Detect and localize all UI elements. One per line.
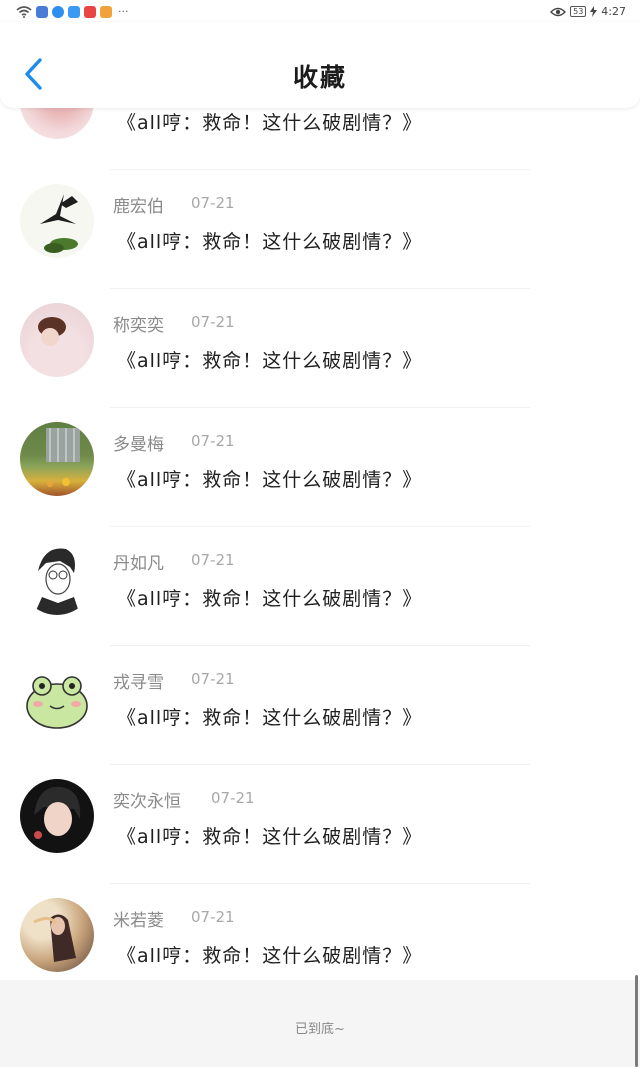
item-date: 07-21 <box>191 313 235 331</box>
item-article-title: 《all哼：救命！这什么破剧情？》 <box>117 945 423 967</box>
item-article-title: 《all哼：救命！这什么破剧情？》 <box>117 350 423 372</box>
item-author: 丹如凡 <box>113 554 164 574</box>
top-navigation-bar: 收藏 <box>0 22 640 108</box>
item-date: 07-21 <box>191 432 235 450</box>
item-article-title: 《all哼：救命！这什么破剧情？》 <box>117 469 423 491</box>
item-date: 07-21 <box>191 551 235 569</box>
list-item[interactable]: 多曼梅 07-21 《all哼：救命！这什么破剧情？》 <box>0 408 640 527</box>
item-author: 戎寻雪 <box>113 673 164 693</box>
item-date: 07-21 <box>191 908 235 926</box>
avatar <box>20 541 94 615</box>
list-item[interactable]: 称奕奕 07-21 《all哼：救命！这什么破剧情？》 <box>0 289 640 408</box>
list-end-footer: 已到底~ <box>0 980 640 1067</box>
item-date: 07-21 <box>211 789 255 807</box>
avatar <box>20 779 94 853</box>
red-app-icon <box>84 5 96 18</box>
item-author: 米若菱 <box>113 911 164 931</box>
item-date: 07-21 <box>191 194 235 212</box>
list-item[interactable]: 鹿宏伯 07-21 《all哼：救命！这什么破剧情？》 <box>0 170 640 289</box>
item-article-title: 《all哼：救命！这什么破剧情？》 <box>117 707 423 729</box>
more-icon: ··· <box>118 5 129 18</box>
item-author: 称奕奕 <box>113 316 164 336</box>
scrollbar[interactable] <box>635 975 638 1067</box>
gamepad-app-icon <box>36 5 48 18</box>
item-article-title: 《all哼：救命！这什么破剧情？》 <box>117 826 423 848</box>
status-bar-left: ··· <box>16 5 129 18</box>
eye-icon <box>550 7 567 16</box>
item-author: 鹿宏伯 <box>113 197 164 217</box>
item-author: 多曼梅 <box>113 435 164 455</box>
item-article-title: 《all哼：救命！这什么破剧情？》 <box>117 231 423 253</box>
item-article-title: 《all哼：救命！这什么破剧情？》 <box>117 588 423 610</box>
avatar <box>20 898 94 972</box>
avatar <box>20 303 94 377</box>
avatar <box>20 184 94 258</box>
list-item[interactable]: 戎寻雪 07-21 《all哼：救命！这什么破剧情？》 <box>0 646 640 765</box>
list-item[interactable]: 奕次永恒 07-21 《all哼：救命！这什么破剧情？》 <box>0 765 640 884</box>
item-date: 07-21 <box>191 670 235 688</box>
status-bar-right: 53 4:27 <box>550 5 626 18</box>
cloud-app-icon <box>68 5 80 18</box>
item-author: 奕次永恒 <box>113 792 181 812</box>
page-title: 收藏 <box>292 63 347 92</box>
status-time: 4:27 <box>601 5 626 18</box>
list-item[interactable]: 丹如凡 07-21 《all哼：救命！这什么破剧情？》 <box>0 527 640 646</box>
battery-icon: 53 <box>570 6 587 17</box>
music-app-icon <box>52 5 64 18</box>
avatar <box>20 660 94 734</box>
wifi-icon <box>16 5 32 18</box>
end-of-list-text: 已到底~ <box>295 1022 345 1037</box>
item-article-title: 《all哼：救命！这什么破剧情？》 <box>117 112 423 134</box>
avatar <box>20 422 94 496</box>
charging-icon <box>590 6 598 17</box>
video-app-icon <box>100 5 112 18</box>
